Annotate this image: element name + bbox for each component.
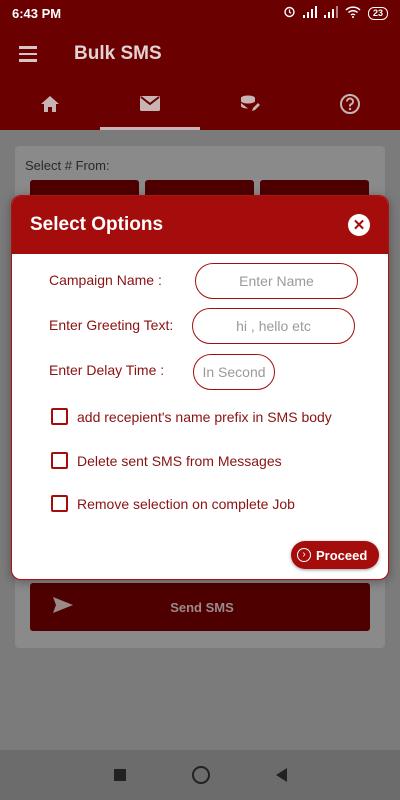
mail-icon [139, 95, 161, 117]
wifi-icon [345, 5, 361, 21]
remove-selection-checkbox-row[interactable]: Remove selection on complete Job [51, 495, 295, 512]
app-title: Bulk SMS [74, 43, 162, 64]
delete-sent-label: Delete sent SMS from Messages [77, 452, 282, 469]
remove-selection-checkbox[interactable] [51, 495, 68, 512]
help-icon [339, 93, 361, 120]
home-icon [39, 94, 61, 119]
tab-database[interactable] [200, 82, 300, 130]
chevron-right-circle-icon: › [297, 548, 311, 562]
alarm-icon [283, 5, 296, 21]
tab-help[interactable] [300, 82, 400, 130]
tab-home[interactable] [0, 82, 100, 130]
name-prefix-checkbox[interactable] [51, 408, 68, 425]
menu-icon[interactable] [0, 46, 56, 62]
campaign-name-row: Campaign Name : [49, 272, 162, 288]
dialog-header: Select Options ✕ [12, 196, 388, 254]
status-time: 6:43 PM [12, 5, 62, 21]
delete-sent-checkbox-row[interactable]: Delete sent SMS from Messages [51, 452, 282, 469]
close-icon[interactable]: ✕ [348, 214, 370, 236]
battery-icon: 23 [367, 6, 388, 20]
app-bar: Bulk SMS [0, 26, 400, 82]
tab-bar [0, 82, 400, 130]
greeting-text-row: Enter Greeting Text: [49, 317, 173, 333]
tab-messages[interactable] [100, 82, 200, 130]
dialog-title: Select Options [30, 214, 164, 235]
system-nav-bar [0, 750, 400, 800]
send-sms-button[interactable]: Send SMS [30, 583, 370, 631]
status-icons: 23 [283, 5, 388, 21]
delay-time-row: Enter Delay Time : [49, 362, 164, 378]
home-button[interactable] [191, 766, 210, 784]
signal-icon [302, 5, 317, 21]
database-edit-icon [239, 94, 261, 119]
delay-time-input[interactable] [193, 354, 275, 390]
name-prefix-checkbox-row[interactable]: add recepient's name prefix in SMS body [51, 408, 332, 425]
proceed-label: Proceed [316, 547, 368, 563]
select-options-dialog: Select Options ✕ Campaign Name : Enter G… [11, 195, 389, 580]
remove-selection-label: Remove selection on complete Job [77, 495, 295, 512]
send-sms-label: Send SMS [170, 599, 234, 615]
back-button[interactable] [275, 768, 287, 782]
greeting-text-input[interactable] [192, 308, 355, 344]
delay-time-label: Enter Delay Time : [49, 362, 165, 378]
send-icon [52, 596, 74, 619]
campaign-name-label: Campaign Name : [49, 272, 162, 288]
proceed-button[interactable]: › Proceed [291, 541, 379, 569]
status-bar: 6:43 PM 23 [0, 0, 400, 26]
delete-sent-checkbox[interactable] [51, 452, 68, 469]
name-prefix-label: add recepient's name prefix in SMS body [77, 408, 332, 425]
select-from-label: Select # From: [25, 158, 110, 173]
signal-icon-2 [323, 5, 338, 21]
recents-button[interactable] [113, 769, 126, 781]
greeting-text-label: Enter Greeting Text: [49, 317, 174, 333]
campaign-name-input[interactable] [195, 263, 358, 299]
